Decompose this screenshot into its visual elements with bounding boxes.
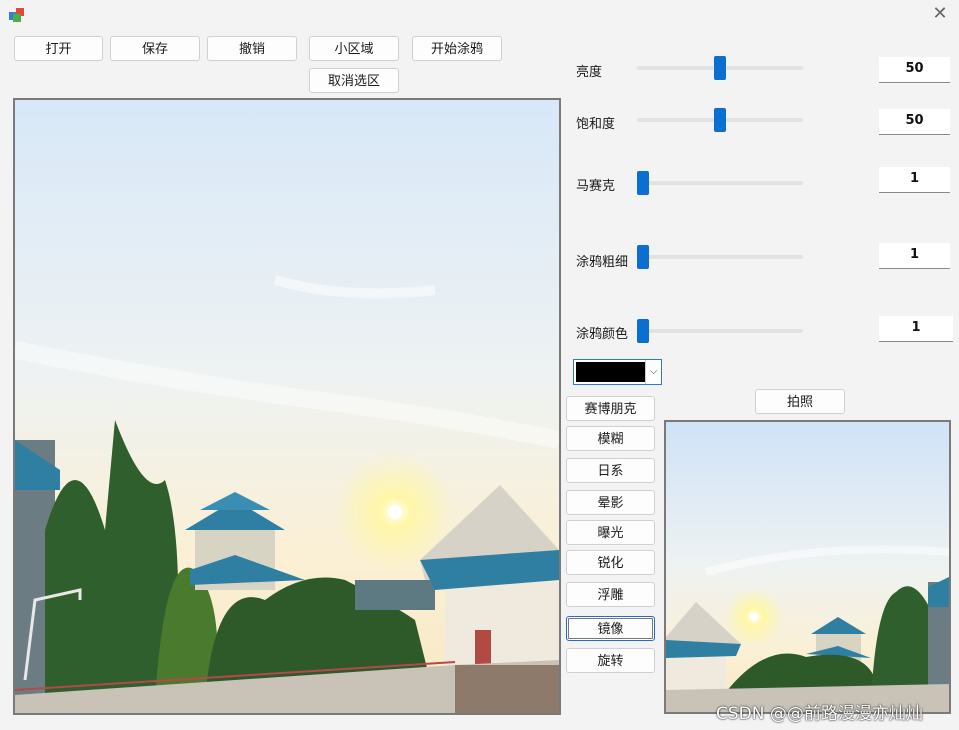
emboss-filter-button[interactable]: 浮雕	[566, 582, 655, 607]
brightness-label: 亮度	[576, 65, 603, 80]
saturation-label: 饱和度	[576, 117, 616, 132]
main-window: ✕ 打开 保存 撤销 小区域 开始涂鸦 取消选区 亮度 50 饱和度 50 马赛…	[0, 0, 959, 730]
title-bar: ✕	[0, 0, 959, 28]
cyberpunk-filter-button[interactable]: 赛博朋克	[566, 396, 655, 421]
open-button[interactable]: 打开	[14, 36, 103, 61]
cancel-selection-button[interactable]: 取消选区	[309, 68, 399, 93]
close-icon[interactable]: ✕	[929, 4, 951, 24]
landscape-photo	[15, 100, 559, 713]
camera-preview	[664, 420, 951, 714]
sharpen-filter-button[interactable]: 锐化	[566, 550, 655, 575]
brush-size-label: 涂鸦粗细	[576, 255, 629, 270]
mosaic-slider-thumb[interactable]	[637, 171, 649, 195]
brush-color-slider-thumb[interactable]	[637, 319, 649, 343]
color-dropdown[interactable]: ⌵	[573, 359, 662, 385]
mirrored-photo	[666, 422, 949, 712]
brush-color-label: 涂鸦颜色	[576, 327, 629, 342]
app-icon	[9, 8, 24, 22]
undo-button[interactable]: 撤销	[207, 36, 297, 61]
mosaic-slider-track[interactable]	[637, 181, 803, 185]
brightness-value-field[interactable]: 50	[879, 57, 950, 83]
saturation-slider-thumb[interactable]	[714, 108, 726, 132]
color-swatch	[576, 362, 646, 382]
brush-color-slider-track[interactable]	[637, 329, 803, 333]
mosaic-label: 马赛克	[576, 179, 616, 194]
mirror-filter-button[interactable]: 镜像	[566, 616, 655, 641]
brush-size-slider-thumb[interactable]	[637, 245, 649, 269]
brush-color-value-field[interactable]: 1	[879, 316, 953, 342]
blur-filter-button[interactable]: 模糊	[566, 426, 655, 451]
brush-size-slider-track[interactable]	[637, 255, 803, 259]
exposure-filter-button[interactable]: 曝光	[566, 520, 655, 545]
brush-size-value-field[interactable]: 1	[879, 243, 950, 269]
take-photo-button[interactable]: 拍照	[755, 389, 845, 414]
japanese-filter-button[interactable]: 日系	[566, 458, 655, 483]
small-region-button[interactable]: 小区域	[309, 36, 399, 61]
saturation-value-field[interactable]: 50	[879, 109, 950, 135]
start-doodle-button[interactable]: 开始涂鸦	[412, 36, 502, 61]
main-image-canvas[interactable]	[13, 98, 561, 715]
mosaic-value-field[interactable]: 1	[879, 167, 950, 193]
save-button[interactable]: 保存	[110, 36, 200, 61]
rotate-filter-button[interactable]: 旋转	[566, 648, 655, 673]
chevron-down-icon[interactable]: ⌵	[645, 360, 661, 384]
vignette-filter-button[interactable]: 晕影	[566, 490, 655, 515]
brightness-slider-thumb[interactable]	[714, 56, 726, 80]
watermark-text: CSDN @@前路漫漫亦灿灿	[716, 704, 923, 724]
